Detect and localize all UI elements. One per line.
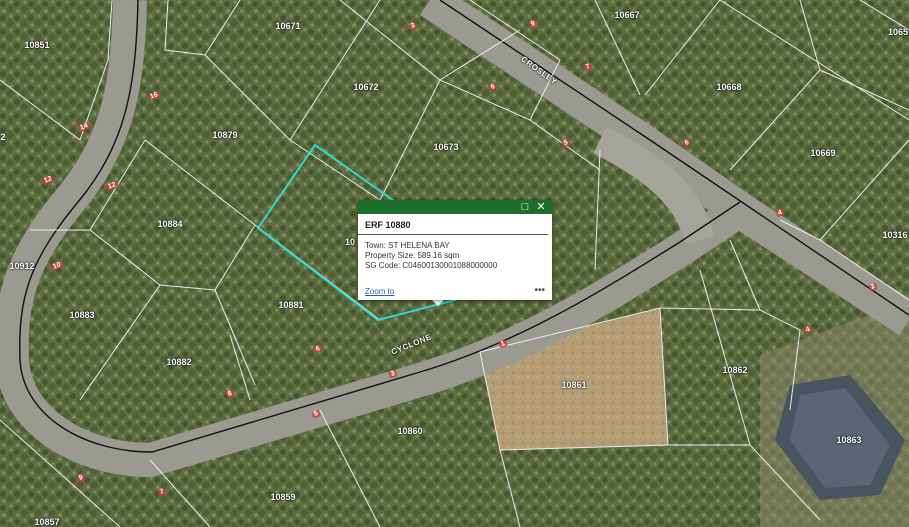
erf-label[interactable]: 10881 bbox=[278, 300, 303, 310]
erf-label[interactable]: 10672 bbox=[353, 82, 378, 92]
erf-label-partial[interactable]: 10 bbox=[345, 237, 355, 247]
size-value: 589.16 sqm bbox=[417, 251, 460, 260]
sg-value: C04600130001088000000 bbox=[402, 261, 498, 270]
town-row: Town: ST HELENA BAY bbox=[365, 241, 545, 251]
erf-label[interactable]: 10851 bbox=[24, 40, 49, 50]
size-row: Property Size: 589.16 sqm bbox=[365, 251, 545, 261]
erf-label[interactable]: 10879 bbox=[212, 130, 237, 140]
erf-label[interactable]: 10316 bbox=[882, 230, 907, 240]
erf-label[interactable]: 2 bbox=[0, 132, 5, 142]
erf-label[interactable]: 10860 bbox=[397, 426, 422, 436]
erf-label[interactable]: 10912 bbox=[9, 261, 34, 271]
erf-label[interactable]: 10882 bbox=[166, 357, 191, 367]
erf-label[interactable]: 10862 bbox=[722, 365, 747, 375]
erf-label[interactable]: 10667 bbox=[614, 10, 639, 20]
erf-label[interactable]: 10863 bbox=[836, 435, 861, 445]
sg-row: SG Code: C04600130001088000000 bbox=[365, 261, 545, 271]
erf-label[interactable]: 10861 bbox=[561, 380, 586, 390]
more-options-icon[interactable]: ••• bbox=[534, 285, 545, 296]
erf-label[interactable]: 10857 bbox=[34, 517, 59, 527]
popup-body: Town: ST HELENA BAY Property Size: 589.1… bbox=[358, 235, 552, 271]
erf-label[interactable]: 10859 bbox=[270, 492, 295, 502]
map-view[interactable]: 10851 10671 10672 10667 10668 10879 1067… bbox=[0, 0, 909, 527]
popup-footer: Zoom to ••• bbox=[365, 285, 545, 296]
erf-label[interactable]: 10668 bbox=[716, 82, 741, 92]
erf-label[interactable]: 10669 bbox=[810, 148, 835, 158]
feature-popup: □ ✕ ERF 10880 Town: ST HELENA BAY Proper… bbox=[358, 200, 552, 300]
erf-label[interactable]: 1065 bbox=[888, 27, 908, 37]
sg-label: SG Code: bbox=[365, 261, 401, 270]
close-icon[interactable]: ✕ bbox=[534, 200, 548, 214]
popup-pointer bbox=[432, 300, 444, 306]
zoom-to-link[interactable]: Zoom to bbox=[365, 287, 394, 296]
erf-label[interactable]: 10884 bbox=[157, 219, 182, 229]
town-value: ST HELENA BAY bbox=[388, 241, 450, 250]
popup-title: ERF 10880 bbox=[358, 214, 548, 235]
erf-label[interactable]: 10883 bbox=[69, 310, 94, 320]
erf-label[interactable]: 10671 bbox=[275, 21, 300, 31]
town-label: Town: bbox=[365, 241, 386, 250]
popup-header: □ ✕ bbox=[358, 200, 552, 214]
size-label: Property Size: bbox=[365, 251, 416, 260]
maximize-icon[interactable]: □ bbox=[518, 200, 532, 214]
erf-label[interactable]: 10673 bbox=[433, 142, 458, 152]
